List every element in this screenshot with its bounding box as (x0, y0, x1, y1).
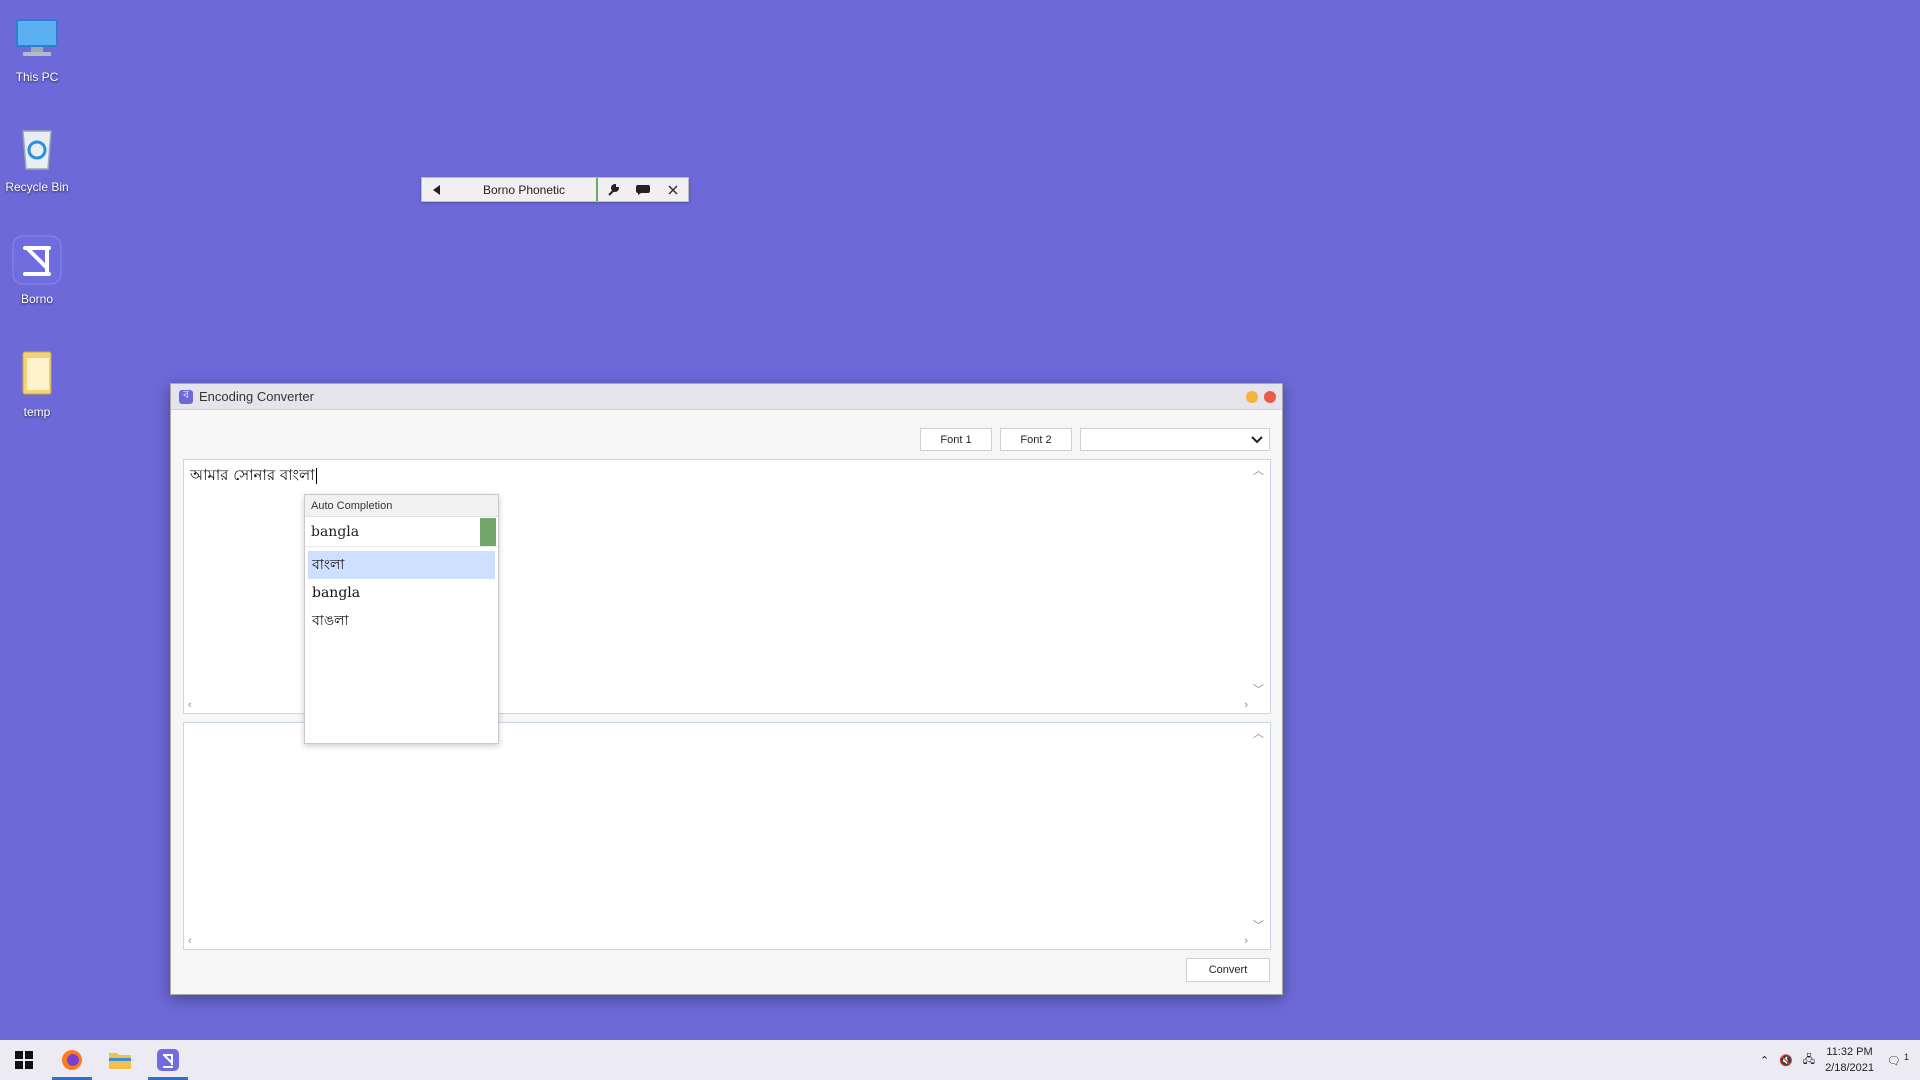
desktop-icon-label: This PC (15, 70, 59, 84)
convert-button[interactable]: Convert (1186, 958, 1270, 982)
triangle-left-icon (433, 184, 440, 195)
chevron-down-icon (1251, 435, 1263, 443)
font2-button[interactable]: Font 2 (1000, 428, 1072, 451)
notifications-button[interactable]: 🗨 1 (1884, 1052, 1912, 1068)
input-text: আমার সোনার বাংলা (190, 466, 315, 484)
converter-toolbar: Font 1 Font 2 (920, 428, 1270, 451)
desktop-icon-label: Recycle Bin (5, 180, 69, 194)
network-icon[interactable]: 🖧 (1803, 1051, 1815, 1070)
query-indicator (480, 517, 496, 546)
autocomplete-popup: Auto Completion bangla বাংলা bangla বাঙল… (304, 494, 499, 744)
scroll-left-icon[interactable]: ‹ (188, 935, 192, 947)
window-title: Encoding Converter (199, 389, 314, 404)
desktop-icon-label: temp (23, 405, 51, 419)
start-button[interactable] (0, 1040, 48, 1080)
borno-app-icon (157, 1049, 179, 1071)
app-small-icon: ব (179, 389, 193, 404)
borno-floating-toolbar: Borno Phonetic (421, 177, 689, 202)
close-icon (668, 184, 678, 195)
desktop-icon-borno[interactable]: Borno (2, 232, 72, 322)
suggestion-item[interactable]: bangla (308, 579, 495, 607)
clock-time: 11:32 PM (1826, 1046, 1873, 1058)
taskbar: ⌃ 🔇 🖧 11:32 PM 2/18/2021 🗨 1 (0, 1040, 1920, 1080)
desktop-icon-recycle-bin[interactable]: Recycle Bin (2, 120, 72, 210)
close-button[interactable] (1264, 390, 1276, 403)
folder-icon (9, 345, 65, 401)
scroll-down-icon[interactable]: ﹀ (1253, 681, 1264, 697)
desktop-icon-temp[interactable]: temp (2, 345, 72, 435)
clock[interactable]: 11:32 PM 2/18/2021 (1825, 1044, 1874, 1076)
system-tray: ⌃ 🔇 🖧 11:32 PM 2/18/2021 🗨 1 (1760, 1044, 1920, 1076)
suggestion-list: বাংলা bangla বাঙলা (305, 551, 498, 635)
chat-button[interactable] (628, 178, 658, 201)
windows-logo-icon (15, 1051, 33, 1069)
recycle-bin-icon (9, 120, 65, 176)
suggestion-item[interactable]: বাঙলা (308, 607, 495, 635)
scroll-left-icon[interactable]: ‹ (188, 699, 192, 711)
collapse-arrow-button[interactable] (422, 178, 452, 201)
taskbar-borno[interactable] (144, 1040, 192, 1080)
computer-icon (9, 10, 65, 66)
desktop-icon-this-pc[interactable]: This PC (2, 10, 72, 100)
scroll-up-icon[interactable]: ︿ (1253, 462, 1264, 478)
input-mode-label[interactable]: Borno Phonetic (452, 178, 598, 201)
window-titlebar[interactable]: ব Encoding Converter (171, 384, 1282, 410)
minimize-button[interactable] (1246, 390, 1258, 403)
encoding-dropdown[interactable] (1080, 428, 1270, 451)
autocomplete-query: bangla (311, 523, 360, 540)
desktop-icon-label: Borno (20, 292, 54, 306)
output-textarea[interactable]: ︿ ﹀ ‹ › (183, 722, 1271, 950)
taskbar-file-explorer[interactable] (96, 1040, 144, 1080)
scroll-up-icon[interactable]: ︿ (1253, 725, 1264, 741)
scroll-right-icon[interactable]: › (1244, 935, 1248, 947)
font1-button[interactable]: Font 1 (920, 428, 992, 451)
scroll-down-icon[interactable]: ﹀ (1253, 917, 1264, 933)
chevron-up-icon[interactable]: ⌃ (1760, 1054, 1769, 1067)
borno-app-icon (9, 232, 65, 288)
notification-count: 1 (1904, 1052, 1910, 1063)
speech-bubble-icon (636, 184, 650, 195)
suggestion-item[interactable]: বাংলা (308, 551, 495, 579)
text-caret (315, 468, 317, 484)
autocomplete-query-field[interactable]: bangla (305, 517, 498, 547)
firefox-icon (62, 1050, 82, 1070)
speaker-muted-icon[interactable]: 🔇 (1779, 1054, 1793, 1067)
wrench-icon (608, 183, 620, 196)
settings-button[interactable] (598, 178, 628, 201)
clock-date: 2/18/2021 (1825, 1062, 1874, 1074)
taskbar-firefox[interactable] (48, 1040, 96, 1080)
close-toolbar-button[interactable] (658, 178, 688, 201)
notification-icon: 🗨 (1886, 1055, 1901, 1068)
autocomplete-header: Auto Completion (305, 495, 498, 517)
scroll-right-icon[interactable]: › (1244, 699, 1248, 711)
folder-icon (109, 1053, 131, 1069)
